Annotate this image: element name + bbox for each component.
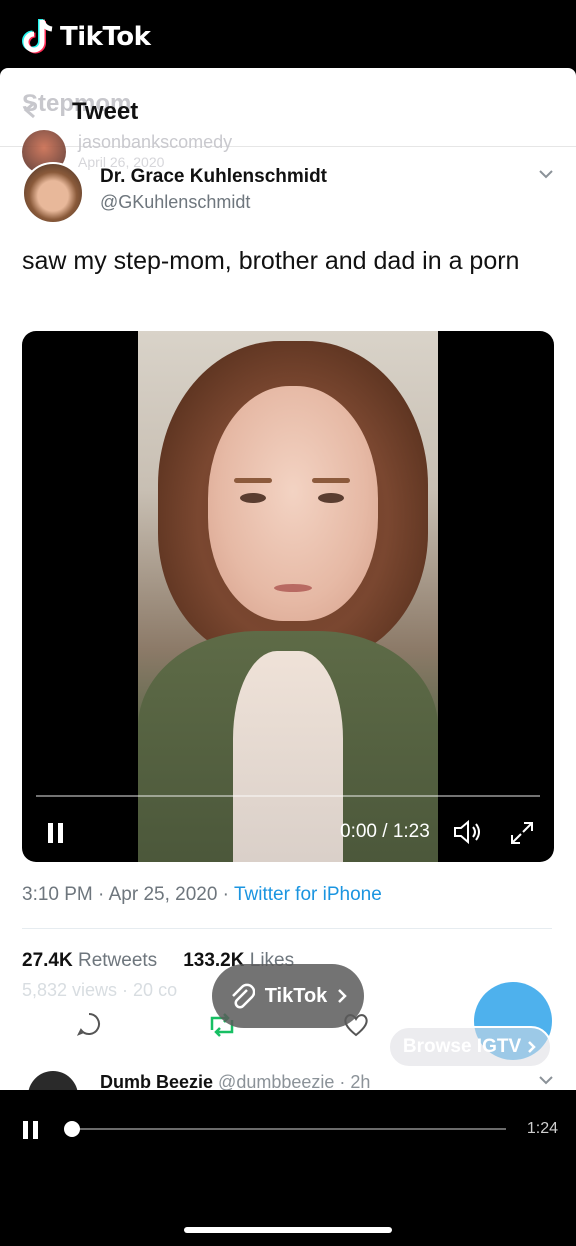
tweet-card: Stepmom Tweet jasonbankscomedy April 26,… bbox=[0, 68, 576, 1090]
pause-icon[interactable] bbox=[22, 1120, 40, 1140]
scrub-handle[interactable] bbox=[64, 1121, 80, 1137]
browse-igtv-button[interactable]: Browse IGTV bbox=[388, 1026, 552, 1068]
browse-igtv-label: Browse IGTV bbox=[402, 1036, 522, 1057]
video-face bbox=[208, 386, 378, 621]
next-tweet-author[interactable]: Dumb Beezie @dumbbeezie · 2h bbox=[100, 1072, 370, 1090]
avatar[interactable] bbox=[22, 162, 84, 224]
video-time: 0:00 / 1:23 bbox=[340, 821, 430, 842]
tweet-timestamp: 3:10 PM · Apr 25, 2020 · bbox=[22, 884, 234, 905]
ghost-reply-icon bbox=[76, 1013, 100, 1036]
video-brow-right bbox=[312, 478, 350, 483]
pause-icon[interactable] bbox=[46, 821, 66, 845]
retweets-stat[interactable]: 27.4K Retweets bbox=[22, 950, 157, 972]
tiktok-logo: TikTok bbox=[20, 18, 151, 56]
chevron-right-icon bbox=[338, 989, 348, 1003]
chevron-right-icon bbox=[528, 1041, 536, 1053]
tiktok-wordmark: TikTok bbox=[60, 22, 151, 52]
video-player[interactable]: 0:00 / 1:23 bbox=[22, 331, 554, 862]
chevron-down-icon[interactable] bbox=[538, 168, 554, 180]
video-eye-left bbox=[240, 493, 266, 503]
next-tweet-handle: @dumbbeezie · 2h bbox=[218, 1072, 371, 1090]
playback-bar: 1:24 bbox=[0, 1110, 576, 1150]
tiktok-note-icon bbox=[22, 19, 53, 54]
retweets-count: 27.4K bbox=[22, 950, 73, 971]
ghost-username: jasonbankscomedy bbox=[78, 132, 233, 152]
back-arrow-icon[interactable] bbox=[20, 100, 40, 120]
next-tweet-avatar[interactable] bbox=[28, 1071, 78, 1090]
expand-icon[interactable] bbox=[508, 819, 536, 847]
video-shirt bbox=[233, 651, 343, 862]
page-title: Tweet bbox=[72, 98, 139, 125]
home-indicator bbox=[184, 1227, 392, 1233]
next-tweet-author-name: Dumb Beezie bbox=[100, 1072, 214, 1090]
heart-icon[interactable] bbox=[22, 1028, 56, 1058]
retweets-label: Retweets bbox=[77, 950, 158, 971]
author-handle[interactable]: @GKuhlenschmidt bbox=[100, 192, 250, 213]
video-brow-left bbox=[234, 478, 272, 483]
author-name[interactable]: Dr. Grace Kuhlenschmidt bbox=[100, 166, 327, 188]
tweet-meta: 3:10 PM · Apr 25, 2020 · Twitter for iPh… bbox=[22, 884, 382, 906]
video-eye-right bbox=[318, 493, 344, 503]
video-frame bbox=[138, 331, 438, 862]
scrub-track[interactable] bbox=[72, 1128, 506, 1130]
more-icon[interactable] bbox=[170, 1039, 194, 1047]
tiktok-link-pill[interactable]: TikTok bbox=[212, 964, 364, 1028]
creator-handle[interactable]: @2official_tay bbox=[16, 66, 135, 88]
chevron-down-icon[interactable] bbox=[538, 1074, 554, 1086]
volume-icon[interactable] bbox=[452, 819, 484, 845]
close-icon[interactable] bbox=[522, 90, 554, 122]
video-progress-bar[interactable] bbox=[36, 795, 540, 797]
tiktok-pill-label: TikTok bbox=[264, 984, 328, 1007]
action-bar bbox=[22, 1028, 194, 1058]
tweet-source-link[interactable]: Twitter for iPhone bbox=[234, 884, 382, 905]
divider bbox=[22, 928, 552, 929]
ghost-views: 5,832 views · 20 co bbox=[22, 980, 178, 1000]
share-icon[interactable] bbox=[122, 1029, 152, 1057]
duration-label: 1:24 bbox=[526, 1120, 558, 1137]
tweet-text: saw my step-mom, brother and dad in a po… bbox=[22, 247, 520, 275]
paperclip-icon bbox=[231, 983, 255, 1009]
video-mouth bbox=[274, 584, 312, 592]
